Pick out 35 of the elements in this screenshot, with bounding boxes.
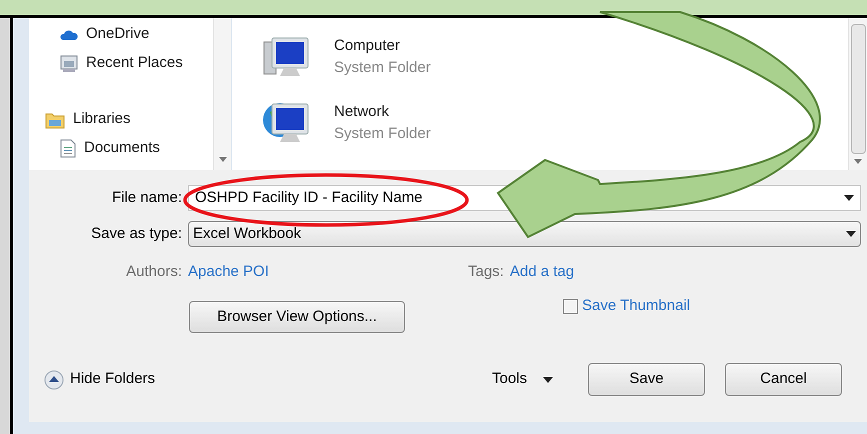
field-label: Tags:: [468, 262, 505, 282]
dropdown-caret-icon: [543, 376, 554, 382]
scroll-down-icon[interactable]: [218, 157, 226, 162]
sidebar-item[interactable]: OneDrive: [86, 23, 150, 46]
file-name[interactable]: Computer: [334, 35, 431, 57]
document-icon: [60, 139, 76, 158]
tools-menu[interactable]: Tools: [492, 368, 528, 391]
file-type: System Folder: [334, 124, 431, 144]
scrollbar[interactable]: [213, 18, 231, 170]
checkbox[interactable]: [563, 298, 578, 314]
cloud-icon: [60, 28, 78, 40]
collapse-up-icon[interactable]: [44, 370, 64, 390]
add-tag-link[interactable]: Add a tag: [510, 260, 574, 284]
browser-view-options-button[interactable]: Browser View Options...: [189, 301, 405, 333]
file-name[interactable]: Network: [334, 101, 431, 123]
scroll-thumb[interactable]: [850, 24, 866, 154]
field-label: File name:: [110, 188, 183, 208]
folder-icon: [45, 110, 65, 128]
field-label: Authors:: [125, 262, 183, 282]
dialog-button[interactable]: Cancel: [725, 363, 842, 396]
dropdown-caret-icon: [844, 195, 854, 201]
sidebar-item[interactable]: Documents: [84, 137, 160, 160]
field-label: Save as type:: [90, 224, 183, 244]
dialog-button[interactable]: Save: [588, 363, 705, 396]
recent-places-icon: [60, 54, 78, 72]
file-type: System Folder: [334, 58, 431, 78]
hide-folders-toggle[interactable]: Hide Folders: [70, 368, 156, 391]
scrollbar[interactable]: [848, 18, 867, 170]
sidebar-item[interactable]: Libraries: [73, 108, 131, 131]
authors-value[interactable]: Apache POI: [188, 260, 468, 284]
dropdown-caret-icon: [846, 231, 856, 237]
scroll-down-icon[interactable]: [854, 159, 862, 164]
checkbox-label[interactable]: Save Thumbnail: [582, 295, 690, 318]
save-type-dropdown[interactable]: Excel Workbook: [188, 221, 861, 247]
sidebar-item[interactable]: Recent Places: [86, 52, 183, 75]
